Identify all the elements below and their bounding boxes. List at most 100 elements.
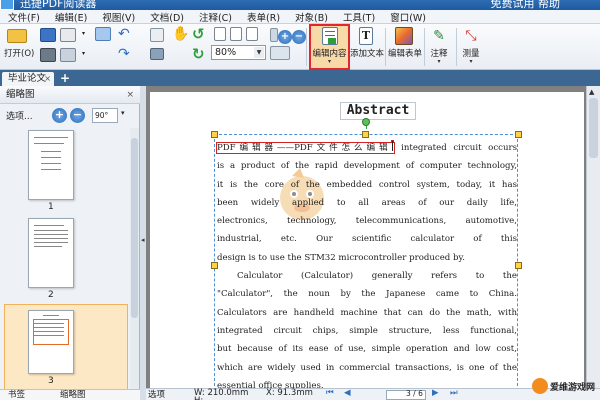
- document-viewport: Abstract PDF编辑器——PDF文件怎么编辑 integrated ci…: [146, 86, 600, 388]
- document-scrollbar[interactable]: ▲: [586, 86, 600, 388]
- chevron-down-icon[interactable]: ▼: [254, 47, 264, 58]
- rotate-handle[interactable]: [362, 118, 370, 126]
- rotate-left-icon[interactable]: ↺: [192, 27, 208, 43]
- toolbar-separator: [385, 28, 386, 66]
- zoom-in-icon[interactable]: +: [52, 108, 67, 123]
- chevron-down-icon[interactable]: ▾: [121, 109, 125, 117]
- hand-tool-icon[interactable]: ✋: [172, 27, 189, 43]
- page-icon[interactable]: [270, 28, 278, 42]
- measure-button[interactable]: ⤡ 测量 ▾: [459, 26, 483, 68]
- single-page-icon[interactable]: [214, 27, 226, 41]
- zoom-out-icon[interactable]: −: [70, 108, 85, 123]
- fit-width-icon[interactable]: [230, 27, 242, 41]
- menu-document[interactable]: 文档(D): [150, 10, 184, 24]
- zoom-select[interactable]: 80% ▼: [211, 45, 266, 60]
- text-line: Calculator (Calculator) generally refers…: [237, 271, 517, 282]
- scan-icon[interactable]: [60, 48, 76, 62]
- text-line: Calculators are handheld machine that ca…: [217, 307, 517, 318]
- zoom-in-icon[interactable]: +: [278, 30, 292, 44]
- undo-icon[interactable]: ↶: [118, 27, 134, 42]
- menu-view[interactable]: 视图(V): [102, 10, 135, 24]
- menu-comment[interactable]: 注释(C): [199, 10, 232, 24]
- edit-content-icon: [322, 27, 338, 45]
- email-icon[interactable]: [95, 27, 111, 41]
- add-text-button[interactable]: T 添加文本: [350, 26, 385, 68]
- select-tool-icon[interactable]: [150, 28, 164, 42]
- thumbnail-page[interactable]: [28, 218, 74, 288]
- menu-bar: 文件(F) 编辑(E) 视图(V) 文档(D) 注释(C) 表单(R) 对象(B…: [0, 10, 600, 24]
- abstract-heading[interactable]: Abstract: [340, 102, 416, 120]
- collapse-arrow-icon[interactable]: ◂: [141, 236, 145, 244]
- rotate-right-icon[interactable]: ↻: [192, 47, 208, 63]
- next-page-icon[interactable]: ▶: [432, 388, 439, 398]
- tab-bookmarks[interactable]: 书签: [8, 388, 25, 400]
- menu-form[interactable]: 表单(R): [247, 10, 280, 24]
- copy-icon[interactable]: [60, 28, 76, 42]
- rotate-value: 90°: [95, 111, 109, 120]
- resize-handle[interactable]: [211, 131, 218, 138]
- resize-handle[interactable]: [362, 131, 369, 138]
- measure-icon: ⤡: [465, 28, 477, 44]
- close-icon[interactable]: ×: [126, 86, 134, 104]
- tab-thesis[interactable]: 毕业论文 ×: [2, 72, 54, 86]
- highlight-text: PDF编辑器——PDF文件怎么编辑: [217, 143, 392, 153]
- text-line: is a product of the rapid development of…: [217, 161, 517, 172]
- resize-handle[interactable]: [515, 131, 522, 138]
- zoom-value: 80%: [215, 47, 237, 58]
- options-menu[interactable]: 选项...: [6, 109, 33, 122]
- edit-form-label: 编辑表单: [388, 49, 423, 59]
- panel-bottom-tabs: 书签 缩略图: [0, 389, 140, 400]
- height-readout: H:: [194, 396, 203, 400]
- menu-edit[interactable]: 编辑(E): [55, 10, 87, 24]
- zoom-out-icon[interactable]: −: [292, 30, 306, 44]
- prev-page-icon[interactable]: ◀: [344, 388, 351, 398]
- close-icon[interactable]: ×: [44, 72, 51, 86]
- tab-thumbnails[interactable]: 缩略图: [60, 388, 86, 400]
- text-line: electronics, technology, telecommunicati…: [217, 216, 517, 227]
- menu-file[interactable]: 文件(F): [8, 10, 40, 24]
- toolbar-separator: [456, 28, 457, 66]
- comment-button[interactable]: ✎ 注释 ▾: [427, 26, 451, 68]
- rotate-select[interactable]: 90°: [92, 108, 118, 123]
- toolbar-separator: [306, 28, 307, 66]
- scrollbar-thumb[interactable]: [131, 138, 138, 318]
- thumbnail-page-number: 3: [48, 376, 54, 386]
- save-icon[interactable]: [40, 28, 56, 42]
- edit-form-button[interactable]: 编辑表单: [388, 26, 423, 68]
- abstract-paragraph-1[interactable]: PDF编辑器——PDF文件怎么编辑 integrated circuit occ…: [215, 139, 517, 388]
- scrollbar-thumb[interactable]: [589, 98, 598, 158]
- status-mode[interactable]: 选项: [148, 388, 165, 400]
- edit-content-button[interactable]: 编辑内容 ▾: [309, 24, 350, 70]
- redo-icon[interactable]: ↷: [118, 47, 134, 62]
- menu-object[interactable]: 对象(B): [295, 10, 328, 24]
- scroll-up-icon[interactable]: ▲: [589, 88, 594, 96]
- menu-tools[interactable]: 工具(T): [343, 10, 375, 24]
- menu-window[interactable]: 窗口(W): [390, 10, 426, 24]
- page-indicator: 3 / 6: [406, 389, 423, 398]
- marquee-zoom-icon[interactable]: [270, 46, 290, 60]
- thumbnail-scrollbar[interactable]: [130, 128, 139, 390]
- open-button[interactable]: 打开(O): [4, 27, 35, 67]
- fit-page-icon[interactable]: [246, 27, 258, 41]
- print-icon[interactable]: [40, 48, 56, 62]
- toolbar: 打开(O) ▾ ▾ ↶ ↷ ✋ ↺ ↻ 80% ▼ + − 编辑内容 ▾ T 添…: [0, 24, 600, 70]
- app-logo-icon: [0, 0, 14, 10]
- title-right-links[interactable]: 免费试用 帮助: [491, 0, 561, 10]
- chevron-down-icon[interactable]: ▾: [82, 50, 90, 58]
- thumbnail-panel-header: 缩略图 ×: [0, 86, 140, 104]
- last-page-icon[interactable]: ⏭: [450, 388, 458, 398]
- open-label: 打开(O): [4, 49, 35, 59]
- site-watermark: 爱维游戏网: [532, 374, 600, 400]
- add-text-label: 添加文本: [350, 49, 385, 59]
- line-rest: integrated circuit occurs: [401, 143, 517, 153]
- first-page-icon[interactable]: ⏮: [326, 388, 334, 398]
- new-tab-icon[interactable]: +: [60, 71, 70, 85]
- page-number-input[interactable]: 3 / 6: [386, 390, 426, 400]
- chevron-down-icon: ▾: [469, 58, 473, 65]
- thumbnail-page[interactable]: [28, 310, 74, 374]
- chevron-down-icon: ▾: [327, 58, 331, 65]
- snapshot-icon[interactable]: [150, 48, 164, 60]
- thumbnail-page[interactable]: [28, 130, 74, 200]
- chevron-down-icon[interactable]: ▾: [82, 30, 90, 38]
- highlighted-title-text[interactable]: PDF编辑器——PDF文件怎么编辑: [215, 141, 396, 154]
